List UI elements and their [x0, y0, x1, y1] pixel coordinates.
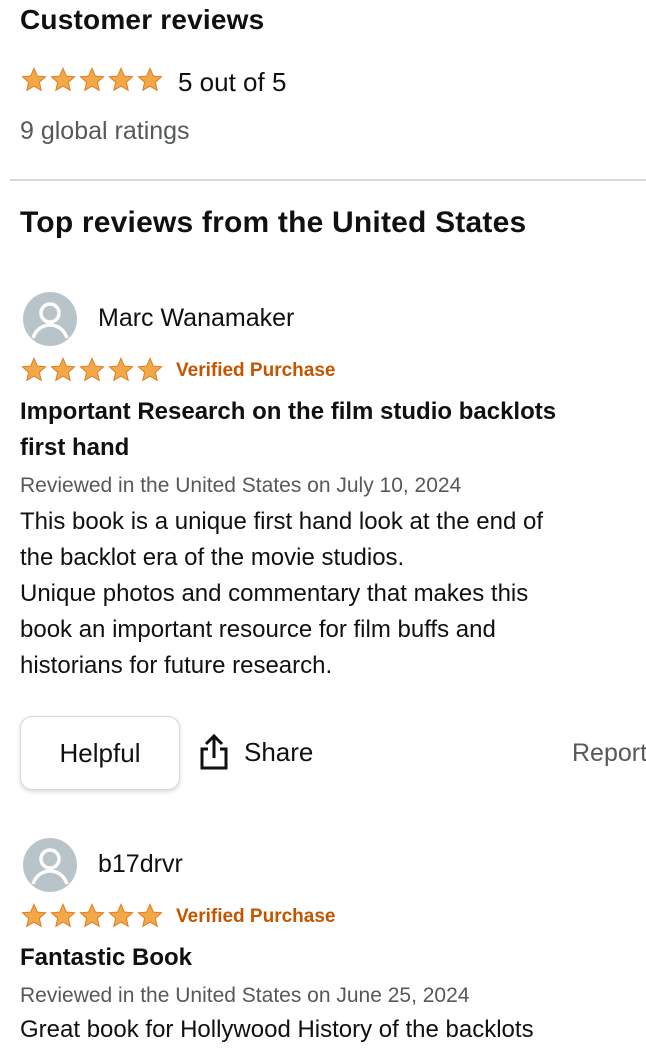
report-link[interactable]: Report — [572, 739, 646, 767]
top-reviews-heading: Top reviews from the United States — [20, 206, 527, 239]
review-body-line: historians for future research. — [20, 652, 333, 679]
star-icon — [137, 903, 163, 928]
rating-summary-text: 5 out of 5 — [178, 67, 287, 97]
star-icon — [21, 67, 47, 92]
review-body-line: the backlot era of the movie studios. — [20, 544, 405, 571]
verified-purchase-badge: Verified Purchase — [176, 906, 336, 927]
review-title-line: Important Research on the film studio ba… — [20, 398, 557, 425]
helpful-button[interactable]: Helpful — [20, 716, 180, 790]
star-icon — [50, 357, 76, 382]
star-icon — [108, 903, 134, 928]
review-body-line: This book is a unique first hand look at… — [20, 508, 543, 535]
star-icon — [79, 357, 105, 382]
review-body-line: Unique photos and commentary that makes … — [20, 580, 529, 607]
person-avatar-icon — [23, 292, 77, 346]
review-body-line: book an important resource for film buff… — [20, 616, 496, 643]
star-icon — [21, 903, 47, 928]
review-body: This book is a unique first hand look at… — [20, 504, 543, 684]
star-icon — [108, 357, 134, 382]
star-icon — [137, 357, 163, 382]
review-author[interactable]: b17drvr — [98, 850, 183, 879]
share-button[interactable]: Share — [198, 733, 313, 771]
star-icon — [21, 357, 47, 382]
review-star-rating — [20, 902, 164, 930]
section-divider — [10, 179, 646, 181]
star-icon — [50, 903, 76, 928]
review-title: Important Research on the film studio ba… — [20, 394, 556, 466]
review-author[interactable]: Marc Wanamaker — [98, 304, 294, 333]
review-body-line: Great book for Hollywood History of the … — [20, 1016, 534, 1043]
person-avatar-icon — [23, 838, 77, 892]
star-icon — [137, 67, 163, 92]
review-date: Reviewed in the United States on June 25… — [20, 984, 470, 1007]
share-label: Share — [244, 736, 314, 767]
review-title-line: first hand — [20, 434, 130, 461]
overall-star-rating[interactable] — [20, 66, 164, 94]
review-date: Reviewed in the United States on July 10… — [20, 474, 462, 497]
star-icon — [50, 67, 76, 92]
global-ratings-count[interactable]: 9 global ratings — [20, 117, 190, 146]
star-icon — [79, 903, 105, 928]
customer-reviews-heading: Customer reviews — [20, 4, 265, 35]
verified-purchase-badge: Verified Purchase — [176, 360, 336, 381]
star-icon — [108, 67, 134, 92]
report-link-clip: Report — [572, 739, 646, 768]
share-icon — [200, 733, 228, 770]
review-title: Fantastic Book — [20, 944, 193, 971]
review-star-rating — [20, 356, 164, 384]
star-icon — [79, 67, 105, 92]
